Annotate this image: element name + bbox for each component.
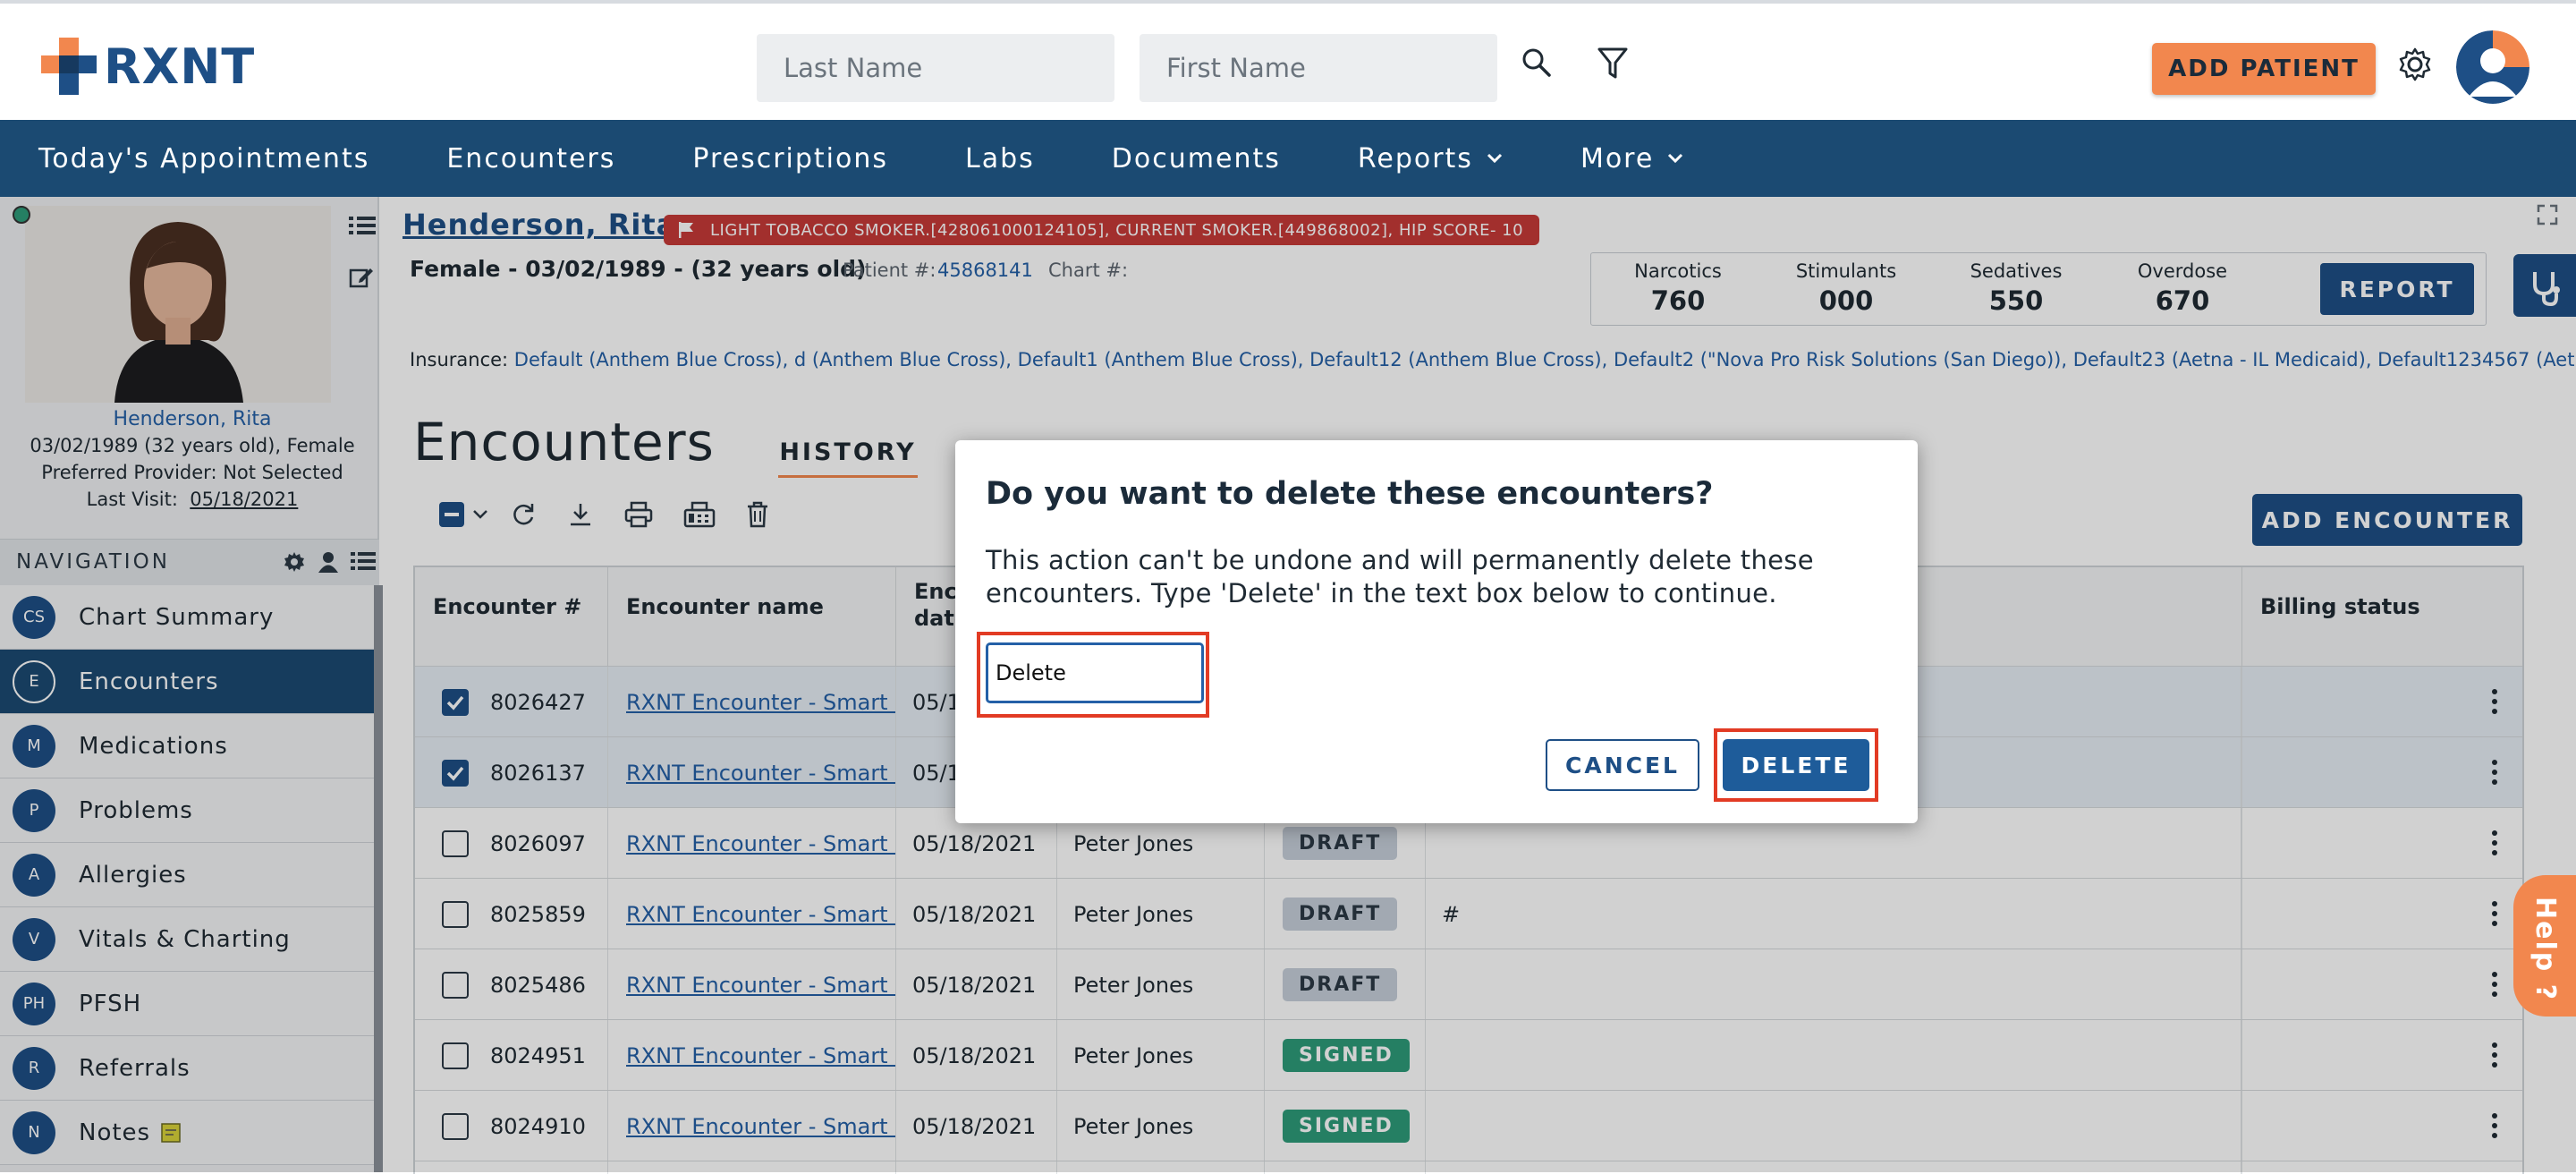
- dialog-title: Do you want to delete these encounters?: [986, 476, 1714, 512]
- help-label[interactable]: Help ?: [2529, 897, 2561, 1001]
- nav-reports[interactable]: Reports: [1358, 143, 1504, 174]
- brand-name: RXNT: [104, 38, 256, 95]
- chevron-down-icon: [1487, 153, 1502, 164]
- search-icon[interactable]: [1521, 47, 1553, 79]
- nav-label: Labs: [965, 142, 1035, 174]
- nav-prescriptions[interactable]: Prescriptions: [692, 143, 888, 174]
- nav-label: Documents: [1111, 142, 1281, 174]
- nav-label: Encounters: [446, 142, 616, 174]
- filter-icon[interactable]: [1597, 47, 1628, 81]
- rxnt-cross-icon: [41, 38, 97, 95]
- cancel-button[interactable]: CANCEL: [1546, 739, 1699, 791]
- delete-confirmation-input[interactable]: [986, 642, 1204, 703]
- dialog-message: This action can't be undone and will per…: [986, 545, 1814, 608]
- first-name-input[interactable]: [1140, 34, 1497, 102]
- chevron-down-icon: [1668, 153, 1683, 164]
- nav-todays-appointments[interactable]: Today's Appointments: [38, 143, 369, 174]
- rxnt-logo[interactable]: RXNT: [41, 38, 255, 95]
- nav-label: Reports: [1357, 142, 1473, 174]
- main-navigation: Today's Appointments Encounters Prescrip…: [0, 120, 2576, 197]
- nav-label: Today's Appointments: [38, 142, 370, 174]
- nav-labs[interactable]: Labs: [965, 143, 1035, 174]
- nav-documents[interactable]: Documents: [1112, 143, 1281, 174]
- nav-encounters[interactable]: Encounters: [446, 143, 615, 174]
- delete-button[interactable]: DELETE: [1723, 739, 1869, 791]
- nav-label: Prescriptions: [692, 142, 889, 174]
- delete-encounters-dialog: Do you want to delete these encounters? …: [955, 440, 1918, 823]
- nav-label: More: [1580, 142, 1655, 174]
- top-header: RXNT ADD PATIENT: [0, 0, 2576, 120]
- user-avatar-icon[interactable]: [2456, 30, 2529, 104]
- add-patient-button[interactable]: ADD PATIENT: [2152, 43, 2376, 95]
- gear-icon[interactable]: [2397, 47, 2433, 82]
- nav-more[interactable]: More: [1580, 143, 1684, 174]
- last-name-input[interactable]: [757, 34, 1114, 102]
